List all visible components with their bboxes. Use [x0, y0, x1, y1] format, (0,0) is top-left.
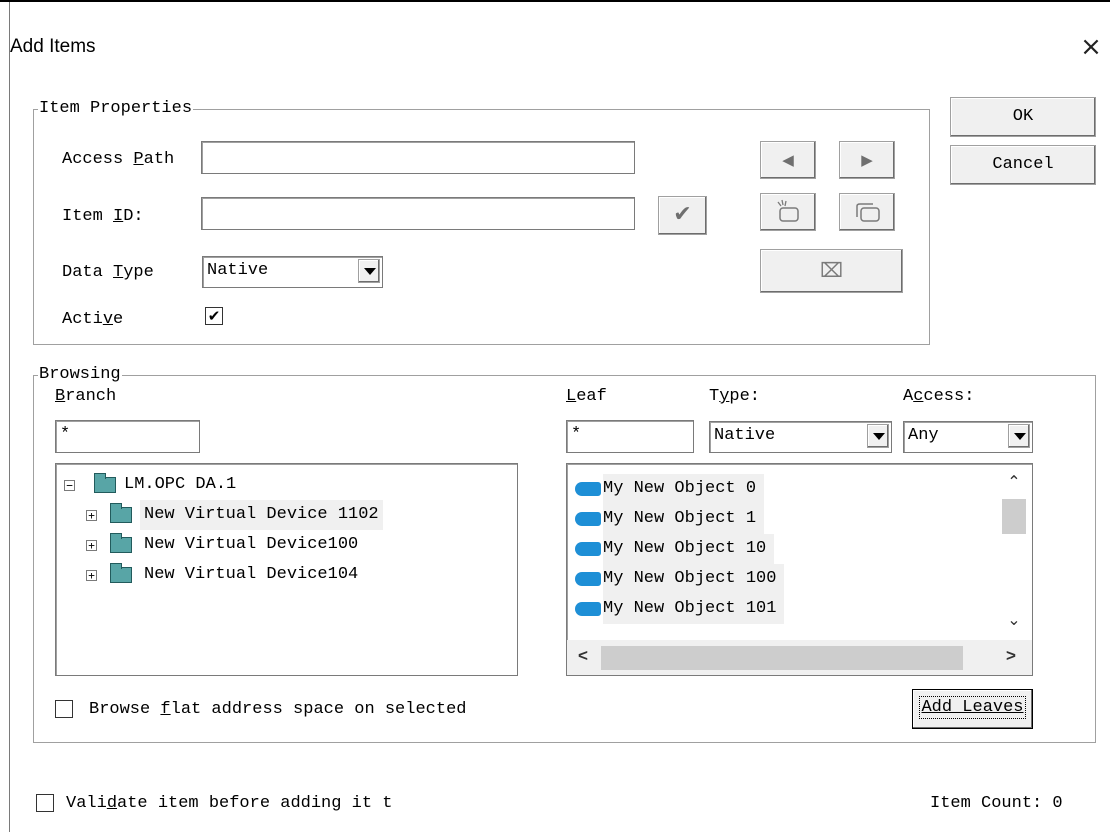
- expand-icon[interactable]: +: [86, 540, 97, 551]
- cancel-button[interactable]: Cancel: [950, 145, 1096, 185]
- scroll-right-icon[interactable]: >: [999, 644, 1023, 672]
- list-item[interactable]: My New Object 100: [569, 564, 829, 594]
- leaf-label: Leaf: [566, 387, 607, 406]
- add-leaves-button[interactable]: Add Leaves: [912, 689, 1033, 729]
- vertical-scroll-thumb[interactable]: [1002, 499, 1026, 534]
- branch-label: Branch: [55, 387, 117, 406]
- type-value: Native: [714, 426, 776, 445]
- folder-icon: [94, 473, 116, 493]
- tree-node-label: New Virtual Device104: [144, 565, 359, 584]
- open-folder-icon: [110, 503, 132, 523]
- item-id-label: Item ID:: [62, 207, 144, 226]
- list-item[interactable]: My New Object 0: [569, 474, 809, 504]
- left-border: [9, 2, 10, 832]
- validate-check-button[interactable]: ✔: [658, 196, 707, 235]
- delete-item-button[interactable]: ⌧: [760, 249, 903, 293]
- access-label: Access:: [903, 387, 975, 406]
- branch-filter-input[interactable]: *: [55, 420, 200, 453]
- tag-icon: [575, 572, 601, 586]
- folder-icon: [110, 563, 132, 583]
- delete-icon: ⌧: [819, 258, 844, 282]
- list-item[interactable]: My New Object 10: [569, 534, 809, 564]
- data-type-label: Data Type: [62, 263, 154, 282]
- chevron-down-icon[interactable]: [1008, 424, 1030, 448]
- item-properties-legend: Item Properties: [38, 99, 194, 119]
- access-path-label: Access Path: [62, 150, 175, 169]
- validate-label: Validate item before adding it t: [66, 794, 393, 813]
- tree-node-label: LM.OPC DA.1: [124, 475, 237, 494]
- branch-tree[interactable]: − LM.OPC DA.1 + New Virtual Device 1102 …: [55, 463, 518, 676]
- close-icon[interactable]: ×: [1076, 32, 1106, 62]
- chevron-down-icon[interactable]: [358, 259, 380, 283]
- active-checkbox[interactable]: ✔: [205, 307, 223, 325]
- item-id-input[interactable]: [201, 197, 635, 230]
- new-item-button[interactable]: [760, 193, 816, 231]
- tag-icon: [575, 482, 601, 496]
- type-label: Type:: [709, 387, 761, 406]
- data-type-select[interactable]: Native: [202, 256, 383, 288]
- duplicate-item-button[interactable]: [839, 193, 895, 231]
- expand-icon[interactable]: +: [86, 510, 97, 521]
- tree-node[interactable]: + New Virtual Device100: [86, 530, 506, 560]
- chevron-down-icon[interactable]: [867, 424, 889, 448]
- leaf-label: My New Object 100: [603, 564, 785, 594]
- list-item[interactable]: My New Object 1: [569, 504, 809, 534]
- top-border: [0, 0, 1110, 2]
- list-item[interactable]: My New Object 101: [569, 594, 829, 624]
- leaf-label: My New Object 1: [603, 504, 765, 534]
- horizontal-scroll-thumb[interactable]: [601, 646, 963, 670]
- prev-button[interactable]: ◀: [760, 141, 816, 179]
- scroll-down-icon[interactable]: ⌄: [999, 610, 1029, 634]
- tag-icon: [575, 512, 601, 526]
- tag-icon: [575, 602, 601, 616]
- browse-flat-checkbox[interactable]: [55, 700, 73, 718]
- duplicate-icon: [856, 203, 880, 222]
- access-path-input[interactable]: [201, 141, 635, 174]
- tree-node[interactable]: + New Virtual Device104: [86, 560, 506, 590]
- new-item-icon: [777, 199, 799, 222]
- expand-icon[interactable]: +: [86, 570, 97, 581]
- item-count: Item Count: 0: [930, 794, 1063, 813]
- active-label: Active: [62, 310, 124, 329]
- add-leaves-label: Add Leaves: [919, 696, 1026, 719]
- access-value: Any: [908, 426, 939, 445]
- tree-node-label: New Virtual Device100: [144, 535, 359, 554]
- browse-flat-label: Browse flat address space on selected: [89, 700, 467, 719]
- prev-icon: ◀: [782, 151, 794, 169]
- folder-icon: [110, 533, 132, 553]
- tree-node-label: New Virtual Device 1102: [140, 500, 383, 530]
- type-select[interactable]: Native: [709, 421, 892, 453]
- next-button[interactable]: ▶: [839, 141, 895, 179]
- tag-icon: [575, 542, 601, 556]
- tree-node[interactable]: + New Virtual Device 1102: [86, 500, 506, 530]
- access-select[interactable]: Any: [903, 421, 1033, 453]
- leaf-label: My New Object 10: [603, 534, 775, 564]
- dialog-title: Add Items: [10, 36, 96, 57]
- tree-node[interactable]: − LM.OPC DA.1: [64, 470, 504, 500]
- next-icon: ▶: [861, 151, 873, 169]
- check-icon: ✔: [673, 202, 692, 227]
- validate-checkbox[interactable]: [36, 794, 54, 812]
- leaf-label: My New Object 0: [603, 474, 765, 504]
- data-type-value: Native: [207, 261, 269, 280]
- collapse-icon[interactable]: −: [64, 480, 75, 491]
- leaf-list[interactable]: My New Object 0 My New Object 1 My New O…: [566, 463, 1033, 676]
- leaf-label: My New Object 101: [603, 594, 785, 624]
- scroll-up-icon[interactable]: ⌃: [999, 472, 1029, 496]
- browsing-legend: Browsing: [38, 365, 122, 385]
- scroll-left-icon[interactable]: <: [571, 644, 595, 672]
- leaf-filter-input[interactable]: *: [566, 420, 694, 453]
- ok-button[interactable]: OK: [950, 97, 1096, 137]
